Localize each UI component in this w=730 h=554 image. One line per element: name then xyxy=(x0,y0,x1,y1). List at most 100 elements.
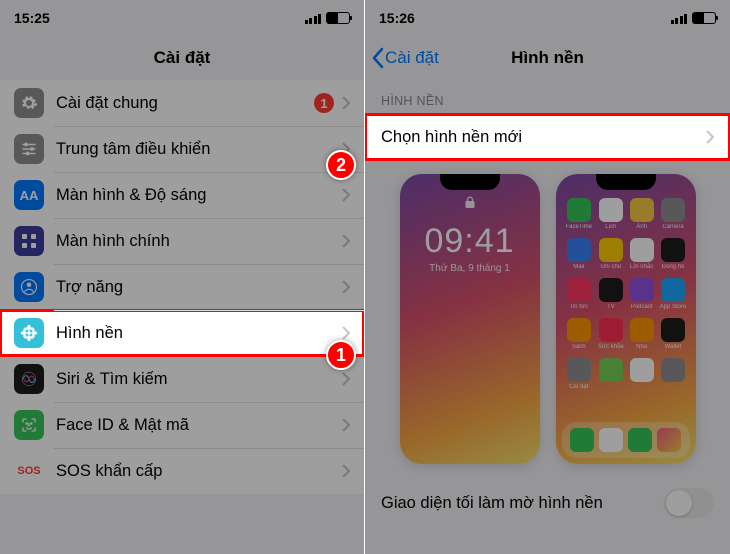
home-app: Tin tức xyxy=(566,278,592,310)
settings-list[interactable]: Cài đặt chung1Trung tâm điều khiểnAAMàn … xyxy=(0,80,364,494)
wallpaper-screen: 15:26 Cài đặt Hình nền HÌNH NỀN Chọn hìn… xyxy=(365,0,730,554)
settings-row-display[interactable]: AAMàn hình & Độ sáng xyxy=(0,172,364,218)
home-app: Wallet xyxy=(660,318,687,350)
display-icon: AA xyxy=(14,180,44,210)
navbar: Cài đặt xyxy=(0,36,364,80)
home-app: Ghi chú xyxy=(598,238,624,270)
lock-icon xyxy=(465,196,475,214)
chevron-right-icon xyxy=(342,96,350,110)
settings-row-sos[interactable]: SOSSOS khẩn cấp xyxy=(0,448,364,494)
settings-row-siri[interactable]: Siri & Tìm kiếm xyxy=(0,356,364,402)
app-label: Podcast xyxy=(631,304,653,310)
home-app: TV xyxy=(598,278,624,310)
homescreen-preview[interactable]: FaceTimeLịchẢnhCameraMailGhi chúLời nhắc… xyxy=(556,174,696,464)
app-icon xyxy=(599,198,623,222)
choose-wallpaper-row[interactable]: Chọn hình nền mới xyxy=(365,114,730,160)
navbar: Cài đặt Hình nền xyxy=(365,36,730,80)
home-app: Camera xyxy=(660,198,687,230)
battery-icon xyxy=(326,12,350,24)
home-app: Podcast xyxy=(630,278,654,310)
home-icon xyxy=(14,226,44,256)
chevron-right-icon xyxy=(342,188,350,202)
settings-row-home[interactable]: Màn hình chính xyxy=(0,218,364,264)
status-time: 15:26 xyxy=(379,10,415,26)
row-label: Trung tâm điều khiển xyxy=(56,140,342,159)
app-icon xyxy=(567,198,591,222)
settings-row-control[interactable]: Trung tâm điều khiển xyxy=(0,126,364,172)
control-icon xyxy=(14,134,44,164)
status-icons xyxy=(305,12,351,24)
app-icon xyxy=(599,238,623,262)
page-title: Hình nền xyxy=(511,48,584,68)
app-label: App Store xyxy=(660,304,687,310)
app-icon xyxy=(567,358,591,382)
settings-row-accessibility[interactable]: Trợ năng xyxy=(0,264,364,310)
app-icon xyxy=(630,358,654,382)
row-label: Trợ năng xyxy=(56,278,342,297)
app-label: Mail xyxy=(573,264,584,270)
settings-row-wallpaper[interactable]: Hình nền xyxy=(0,310,364,356)
chevron-right-icon xyxy=(342,372,350,386)
section-header: HÌNH NỀN xyxy=(365,80,730,114)
app-label: Tin tức xyxy=(569,304,587,310)
app-label: Cài đặt xyxy=(569,384,588,390)
home-app: Sức khỏe xyxy=(598,318,624,350)
row-label: Hình nền xyxy=(56,324,342,343)
dark-appearance-toggle[interactable] xyxy=(664,488,714,518)
app-icon xyxy=(661,318,685,342)
lockscreen-preview[interactable]: 09:41 Thứ Ba, 9 tháng 1 xyxy=(400,174,540,464)
dock-app-icon xyxy=(599,428,623,452)
home-app: Ảnh xyxy=(630,198,654,230)
general-icon xyxy=(14,88,44,118)
row-label: SOS khẩn cấp xyxy=(56,462,342,481)
home-app: Nhà xyxy=(630,318,654,350)
dock-app-icon xyxy=(657,428,681,452)
settings-row-general[interactable]: Cài đặt chung1 xyxy=(0,80,364,126)
dock-app-icon xyxy=(570,428,594,452)
dock xyxy=(562,422,690,458)
chevron-right-icon xyxy=(342,234,350,248)
app-label: Lời nhắc xyxy=(630,264,653,270)
chevron-right-icon xyxy=(342,418,350,432)
signal-icon xyxy=(671,13,688,24)
app-icon xyxy=(661,278,685,302)
app-icon xyxy=(599,318,623,342)
home-app-grid: FaceTimeLịchẢnhCameraMailGhi chúLời nhắc… xyxy=(556,174,696,390)
app-label: Sách xyxy=(572,344,586,350)
app-icon xyxy=(567,238,591,262)
app-label: Wallet xyxy=(665,344,681,350)
app-icon xyxy=(599,358,623,382)
app-label: Đồng hồ xyxy=(662,264,685,270)
accessibility-icon xyxy=(14,272,44,302)
wallpaper-icon xyxy=(14,318,44,348)
home-app: Mail xyxy=(566,238,592,270)
home-app: Cài đặt xyxy=(566,358,592,390)
app-icon xyxy=(567,278,591,302)
dark-appearance-label: Giao diện tối làm mờ hình nền xyxy=(381,494,603,513)
chevron-left-icon xyxy=(371,47,385,69)
app-label: Ảnh xyxy=(636,224,647,230)
notification-badge: 1 xyxy=(314,93,334,113)
step-marker-1: 1 xyxy=(326,340,356,370)
home-app xyxy=(598,358,624,390)
back-label: Cài đặt xyxy=(385,48,439,68)
faceid-icon xyxy=(14,410,44,440)
status-bar: 15:26 xyxy=(365,0,730,36)
wallpaper-preview: 09:41 Thứ Ba, 9 tháng 1 FaceTimeLịchẢnhC… xyxy=(365,160,730,478)
app-icon xyxy=(661,238,685,262)
lock-time: 09:41 xyxy=(400,222,540,261)
app-label: FaceTime xyxy=(566,224,592,230)
status-icons xyxy=(671,12,717,24)
app-icon xyxy=(630,318,654,342)
app-label: TV xyxy=(607,304,615,310)
step-marker-2: 2 xyxy=(326,150,356,180)
chevron-right-icon xyxy=(342,326,350,340)
app-icon xyxy=(599,278,623,302)
status-time: 15:25 xyxy=(14,10,50,26)
home-app: Sách xyxy=(566,318,592,350)
chevron-right-icon xyxy=(342,280,350,294)
app-label: Ghi chú xyxy=(600,264,621,270)
home-app: App Store xyxy=(660,278,687,310)
settings-row-faceid[interactable]: Face ID & Mật mã xyxy=(0,402,364,448)
back-button[interactable]: Cài đặt xyxy=(371,47,439,69)
